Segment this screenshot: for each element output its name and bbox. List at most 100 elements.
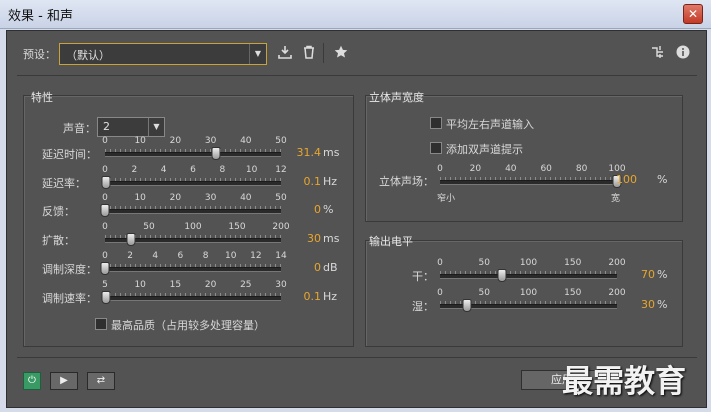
tick-label: 15 bbox=[169, 280, 182, 290]
title-bar: 效果 - 和声 ✕ bbox=[0, 0, 711, 29]
output-slider-unit: % bbox=[657, 298, 668, 311]
parameter-slider[interactable]: 5 10 15 20 25 30 bbox=[101, 280, 287, 304]
slider-thumb[interactable] bbox=[101, 176, 111, 189]
slider-value[interactable]: 31.4 bbox=[291, 146, 322, 159]
slider-label: 延迟时间： bbox=[42, 148, 97, 161]
slider-thumb[interactable] bbox=[497, 269, 507, 282]
slider-value[interactable]: 0 bbox=[291, 261, 321, 274]
slider-track[interactable] bbox=[105, 209, 281, 214]
slider-thumb[interactable] bbox=[100, 204, 110, 217]
highest-quality-checkbox[interactable] bbox=[95, 318, 107, 330]
tick-label: 0 bbox=[102, 193, 108, 203]
binaural-checkbox[interactable] bbox=[430, 142, 442, 154]
tick-label: 200 bbox=[608, 258, 626, 268]
slider-thumb[interactable] bbox=[211, 147, 221, 160]
slider-unit: % bbox=[323, 203, 334, 216]
tick-label: 30 bbox=[204, 193, 217, 203]
tick-label: 0 bbox=[102, 165, 108, 175]
tick-label: 20 bbox=[169, 136, 182, 146]
tick-label: 8 bbox=[202, 251, 209, 261]
slider-label: 扩散： bbox=[42, 234, 75, 247]
play-button[interactable]: ▶ bbox=[50, 372, 78, 390]
tick-label: 50 bbox=[143, 222, 155, 232]
tick-label: 50 bbox=[478, 288, 490, 298]
parameter-slider[interactable]: 0 10 20 30 40 50 bbox=[102, 136, 287, 160]
slider-track[interactable] bbox=[105, 152, 281, 157]
tick-label: 50 bbox=[275, 193, 287, 203]
tick-label: 200 bbox=[272, 222, 290, 232]
tick-label: 6 bbox=[177, 251, 184, 261]
tick-label: 20 bbox=[169, 193, 182, 203]
output-slider-value[interactable]: 70 bbox=[625, 268, 655, 281]
preset-label: 预设： bbox=[23, 48, 56, 61]
download-icon[interactable] bbox=[277, 45, 293, 61]
power-button[interactable]: ⏻ bbox=[23, 372, 41, 390]
output-slider-unit: % bbox=[657, 268, 668, 281]
stereo-field-slider[interactable]: 0 20 40 60 80 100 bbox=[437, 164, 626, 188]
wide-label: 宽 bbox=[611, 194, 621, 204]
parameter-slider[interactable]: 0 50 100 150 200 bbox=[102, 222, 290, 246]
tick-label: 14 bbox=[275, 251, 287, 261]
parameter-slider[interactable]: 0 2 4 6 8 10 12 14 bbox=[100, 251, 287, 275]
star-icon[interactable] bbox=[333, 45, 349, 61]
voices-label: 声音： bbox=[63, 122, 96, 135]
tick-label: 40 bbox=[240, 136, 252, 146]
output-slider-label: 干： bbox=[412, 270, 434, 283]
slider-track[interactable] bbox=[105, 267, 281, 272]
slider-thumb[interactable] bbox=[462, 299, 472, 312]
stereo-field-value[interactable]: 100 bbox=[607, 173, 637, 186]
stereo-width-group bbox=[365, 95, 683, 222]
slider-value[interactable]: 30 bbox=[291, 232, 321, 245]
slider-track[interactable] bbox=[440, 180, 617, 185]
routing-icon[interactable] bbox=[650, 45, 666, 61]
tick-label: 10 bbox=[134, 136, 146, 146]
tick-label: 100 bbox=[519, 288, 538, 298]
average-lr-checkbox[interactable] bbox=[430, 117, 442, 129]
tick-label: 2 bbox=[131, 165, 138, 175]
slider-thumb[interactable] bbox=[100, 262, 110, 275]
chevron-down-icon: ▼ bbox=[148, 118, 164, 136]
tick-label: 20 bbox=[204, 280, 217, 290]
watermark: 最需教育 bbox=[562, 364, 686, 400]
tick-label: 4 bbox=[160, 165, 167, 175]
toolbar-separator bbox=[323, 43, 324, 63]
tick-label: 100 bbox=[184, 222, 202, 232]
tick-label: 10 bbox=[134, 193, 146, 203]
preset-dropdown[interactable]: （默认） ▼ bbox=[59, 43, 267, 65]
slider-track[interactable] bbox=[440, 274, 617, 279]
slider-label: 调制速率： bbox=[42, 292, 97, 305]
tick-label: 50 bbox=[275, 136, 287, 146]
slider-value[interactable]: 0 bbox=[291, 203, 321, 216]
stereo-field-label: 立体声场： bbox=[379, 175, 434, 188]
slider-thumb[interactable] bbox=[101, 291, 111, 304]
slider-track[interactable] bbox=[105, 296, 281, 301]
tick-label: 6 bbox=[190, 165, 196, 175]
tick-label: 0 bbox=[437, 288, 443, 298]
window-title: 效果 - 和声 bbox=[8, 9, 73, 24]
output-level-slider[interactable]: 0 50 100 150 200 bbox=[437, 288, 626, 312]
tick-label: 0 bbox=[437, 258, 443, 268]
output-level-slider[interactable]: 0 50 100 150 200 bbox=[437, 258, 626, 282]
tick-label: 150 bbox=[228, 222, 246, 232]
slider-value[interactable]: 0.1 bbox=[291, 290, 322, 303]
output-slider-value[interactable]: 30 bbox=[625, 298, 655, 311]
voices-select[interactable]: 2 ▼ bbox=[97, 117, 165, 137]
narrow-label: 窄小 bbox=[437, 194, 456, 204]
tick-label: 10 bbox=[224, 251, 237, 261]
loop-button[interactable]: ⇄ bbox=[87, 372, 115, 390]
slider-thumb[interactable] bbox=[126, 233, 136, 246]
binaural-label: 添加双声道提示 bbox=[446, 143, 523, 156]
parameter-slider[interactable]: 0 10 20 30 40 50 bbox=[100, 193, 287, 217]
parameter-slider[interactable]: 0 2 4 6 8 10 12 bbox=[101, 165, 287, 189]
slider-label: 调制深度： bbox=[42, 263, 97, 276]
info-icon[interactable] bbox=[675, 45, 691, 61]
tick-label: 40 bbox=[505, 164, 517, 174]
close-button[interactable]: ✕ bbox=[683, 4, 703, 24]
trash-icon[interactable] bbox=[301, 45, 317, 61]
slider-track[interactable] bbox=[105, 181, 281, 186]
slider-unit: Hz bbox=[323, 290, 338, 303]
tick-label: 2 bbox=[127, 251, 134, 261]
stereo-field-unit: % bbox=[657, 173, 668, 186]
tick-label: 25 bbox=[240, 280, 252, 290]
slider-value[interactable]: 0.1 bbox=[291, 175, 322, 188]
